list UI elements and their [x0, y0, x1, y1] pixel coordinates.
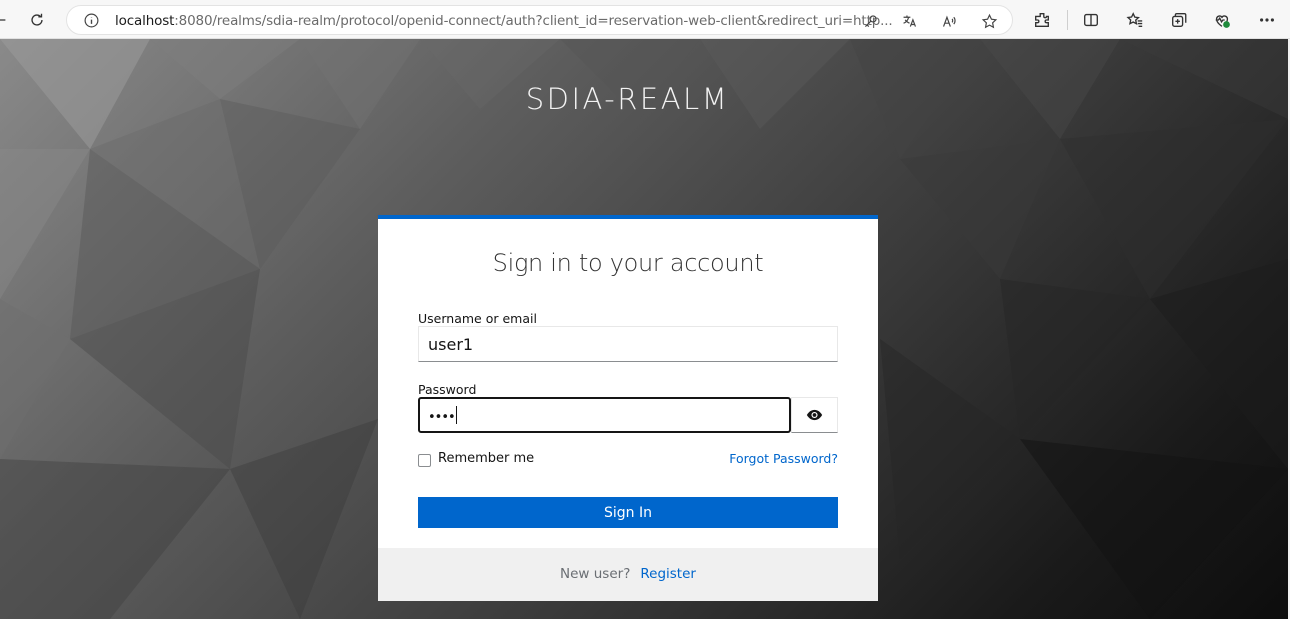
- more-menu-icon[interactable]: [1253, 6, 1281, 34]
- sign-in-button[interactable]: Sign In: [418, 497, 838, 528]
- text-caret: [455, 406, 457, 424]
- show-password-button[interactable]: [791, 397, 838, 433]
- site-info-icon[interactable]: [83, 12, 100, 29]
- refresh-icon[interactable]: [23, 6, 51, 34]
- password-label: Password: [418, 382, 477, 397]
- remember-me-label[interactable]: Remember me: [438, 451, 534, 466]
- toolbar-divider: [1067, 10, 1068, 30]
- forgot-password-link[interactable]: Forgot Password?: [729, 451, 838, 466]
- password-value: ••••: [428, 410, 456, 425]
- favorite-star-icon[interactable]: [979, 11, 999, 31]
- address-bar[interactable]: localhost:8080/realms/sdia-realm/protoco…: [66, 5, 1013, 35]
- split-screen-icon[interactable]: [1077, 6, 1105, 34]
- browser-toolbar: localhost:8080/realms/sdia-realm/protoco…: [0, 0, 1290, 39]
- remember-me-checkbox[interactable]: [418, 454, 431, 467]
- collections-icon[interactable]: [1165, 6, 1193, 34]
- new-user-text: New user?: [560, 566, 631, 582]
- registration-footer: New user? Register: [378, 548, 878, 601]
- username-value: user1: [428, 335, 474, 354]
- login-title: Sign in to your account: [492, 249, 764, 277]
- url-text[interactable]: localhost:8080/realms/sdia-realm/protoco…: [115, 13, 893, 29]
- realm-title: SDIA-REALM: [525, 82, 730, 116]
- favorites-icon[interactable]: [1121, 6, 1149, 34]
- back-icon[interactable]: [0, 6, 14, 34]
- username-input[interactable]: user1: [418, 326, 838, 362]
- register-link[interactable]: Register: [640, 566, 696, 582]
- password-input[interactable]: ••••: [418, 397, 791, 433]
- translate-icon[interactable]: [899, 11, 919, 31]
- key-icon[interactable]: [860, 11, 880, 31]
- login-card: Sign in to your account Username or emai…: [378, 215, 878, 601]
- browser-essentials-icon[interactable]: [1208, 6, 1236, 34]
- eye-icon: [806, 409, 823, 421]
- username-label: Username or email: [418, 311, 537, 326]
- extensions-icon[interactable]: [1028, 6, 1056, 34]
- read-aloud-icon[interactable]: [939, 11, 959, 31]
